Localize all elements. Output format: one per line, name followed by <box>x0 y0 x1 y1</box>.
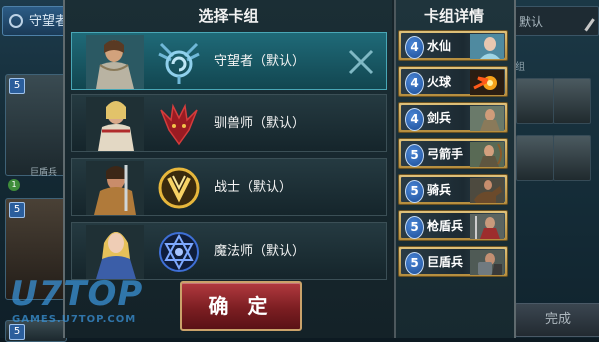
deck-select-title: 选择卡组 <box>198 7 259 25</box>
card-body: 5 骑兵 <box>401 177 505 203</box>
deck-name-field[interactable]: 默认 <box>510 6 599 36</box>
watermark-logo: U7TOP GAMES.U7TOP.COM <box>6 274 146 334</box>
done-button[interactable]: 完成 <box>515 303 599 337</box>
card-cost: 5 <box>405 144 424 167</box>
card-name: 弓箭手 <box>427 147 464 161</box>
card-name: 剑兵 <box>427 111 452 125</box>
card-item-spear-shield[interactable]: 5 枪盾兵 <box>398 210 508 241</box>
card-cost: 5 <box>405 180 424 203</box>
card-body: 5 巨盾兵 <box>401 249 505 275</box>
card-item-swordsman[interactable]: 4 剑兵 <box>398 102 508 133</box>
background-card[interactable]: 5 <box>5 74 67 176</box>
card-name: 骑兵 <box>427 183 452 197</box>
card-name: 枪盾兵 <box>427 219 464 233</box>
watcher-portrait <box>86 35 144 89</box>
card-level-badge: 1 <box>8 179 20 191</box>
card-body: 5 弓箭手 <box>401 141 505 167</box>
deck-name: 守望者（默认） <box>214 54 306 69</box>
card-name: 火球 <box>427 75 452 89</box>
mage-emblem-icon <box>159 232 199 272</box>
deck-row-mage[interactable]: 魔法师（默认） <box>71 222 387 280</box>
card-cost: 5 <box>405 216 424 239</box>
beastmaster-portrait <box>86 97 144 151</box>
card-cost-badge: 5 <box>9 78 25 94</box>
edit-pen-icon[interactable] <box>576 12 595 32</box>
watermark-subtitle: GAMES.U7TOP.COM <box>12 314 137 325</box>
card-item-giant-shield[interactable]: 5 巨盾兵 <box>398 246 508 277</box>
fireball-art-icon <box>470 70 504 95</box>
beastmaster-emblem-icon <box>160 103 198 146</box>
card-name: 水仙 <box>427 39 452 53</box>
card-body: 4 水仙 <box>401 33 505 59</box>
deck-row-warrior[interactable]: 战士（默认） <box>71 158 387 216</box>
narcissus-art-icon <box>470 34 504 59</box>
warrior-emblem-icon <box>158 167 200 209</box>
deck-name: 魔法师（默认） <box>214 244 306 259</box>
swordsman-art-icon <box>470 106 504 131</box>
card-item-narcissus[interactable]: 4 水仙 <box>398 30 508 61</box>
deck-name: 驯兽师（默认） <box>214 116 306 131</box>
card-body: 4 剑兵 <box>401 105 505 131</box>
mage-portrait <box>86 225 144 279</box>
deck-tab-icon <box>9 14 23 28</box>
archer-art-icon <box>470 142 504 167</box>
giant-shield-art-icon <box>470 250 504 275</box>
background-card-label: 巨盾兵 <box>30 168 58 178</box>
background-card[interactable] <box>516 135 554 181</box>
watermark-title: U7TOP <box>10 274 144 314</box>
card-item-fireball[interactable]: 4 火球 <box>398 66 508 97</box>
deck-name-value: 默认 <box>519 15 544 29</box>
card-cost: 4 <box>405 36 424 59</box>
card-item-archer[interactable]: 5 弓箭手 <box>398 138 508 169</box>
background-card[interactable] <box>553 135 591 181</box>
deck-row-watcher[interactable]: 守望者（默认） <box>71 32 387 90</box>
card-name: 巨盾兵 <box>427 255 464 269</box>
background-card[interactable] <box>516 78 554 124</box>
card-cost: 4 <box>405 72 424 95</box>
card-cost-badge: 5 <box>9 202 25 218</box>
confirm-button[interactable]: 确 定 <box>180 281 302 331</box>
close-icon[interactable] <box>346 47 376 77</box>
background-card[interactable] <box>553 78 591 124</box>
card-body: 5 枪盾兵 <box>401 213 505 239</box>
card-cost: 5 <box>405 252 424 275</box>
group-label: 组 <box>515 62 525 73</box>
watcher-emblem-icon <box>158 42 200 84</box>
deck-name: 战士（默认） <box>214 180 293 195</box>
card-cost: 4 <box>405 108 424 131</box>
deck-detail-title: 卡组详情 <box>423 7 484 25</box>
deck-row-beastmaster[interactable]: 驯兽师（默认） <box>71 94 387 152</box>
card-body: 4 火球 <box>401 69 505 95</box>
card-item-cavalry[interactable]: 5 骑兵 <box>398 174 508 205</box>
warrior-portrait <box>86 161 144 215</box>
spear-shield-art-icon <box>470 214 504 239</box>
cavalry-art-icon <box>470 178 504 203</box>
